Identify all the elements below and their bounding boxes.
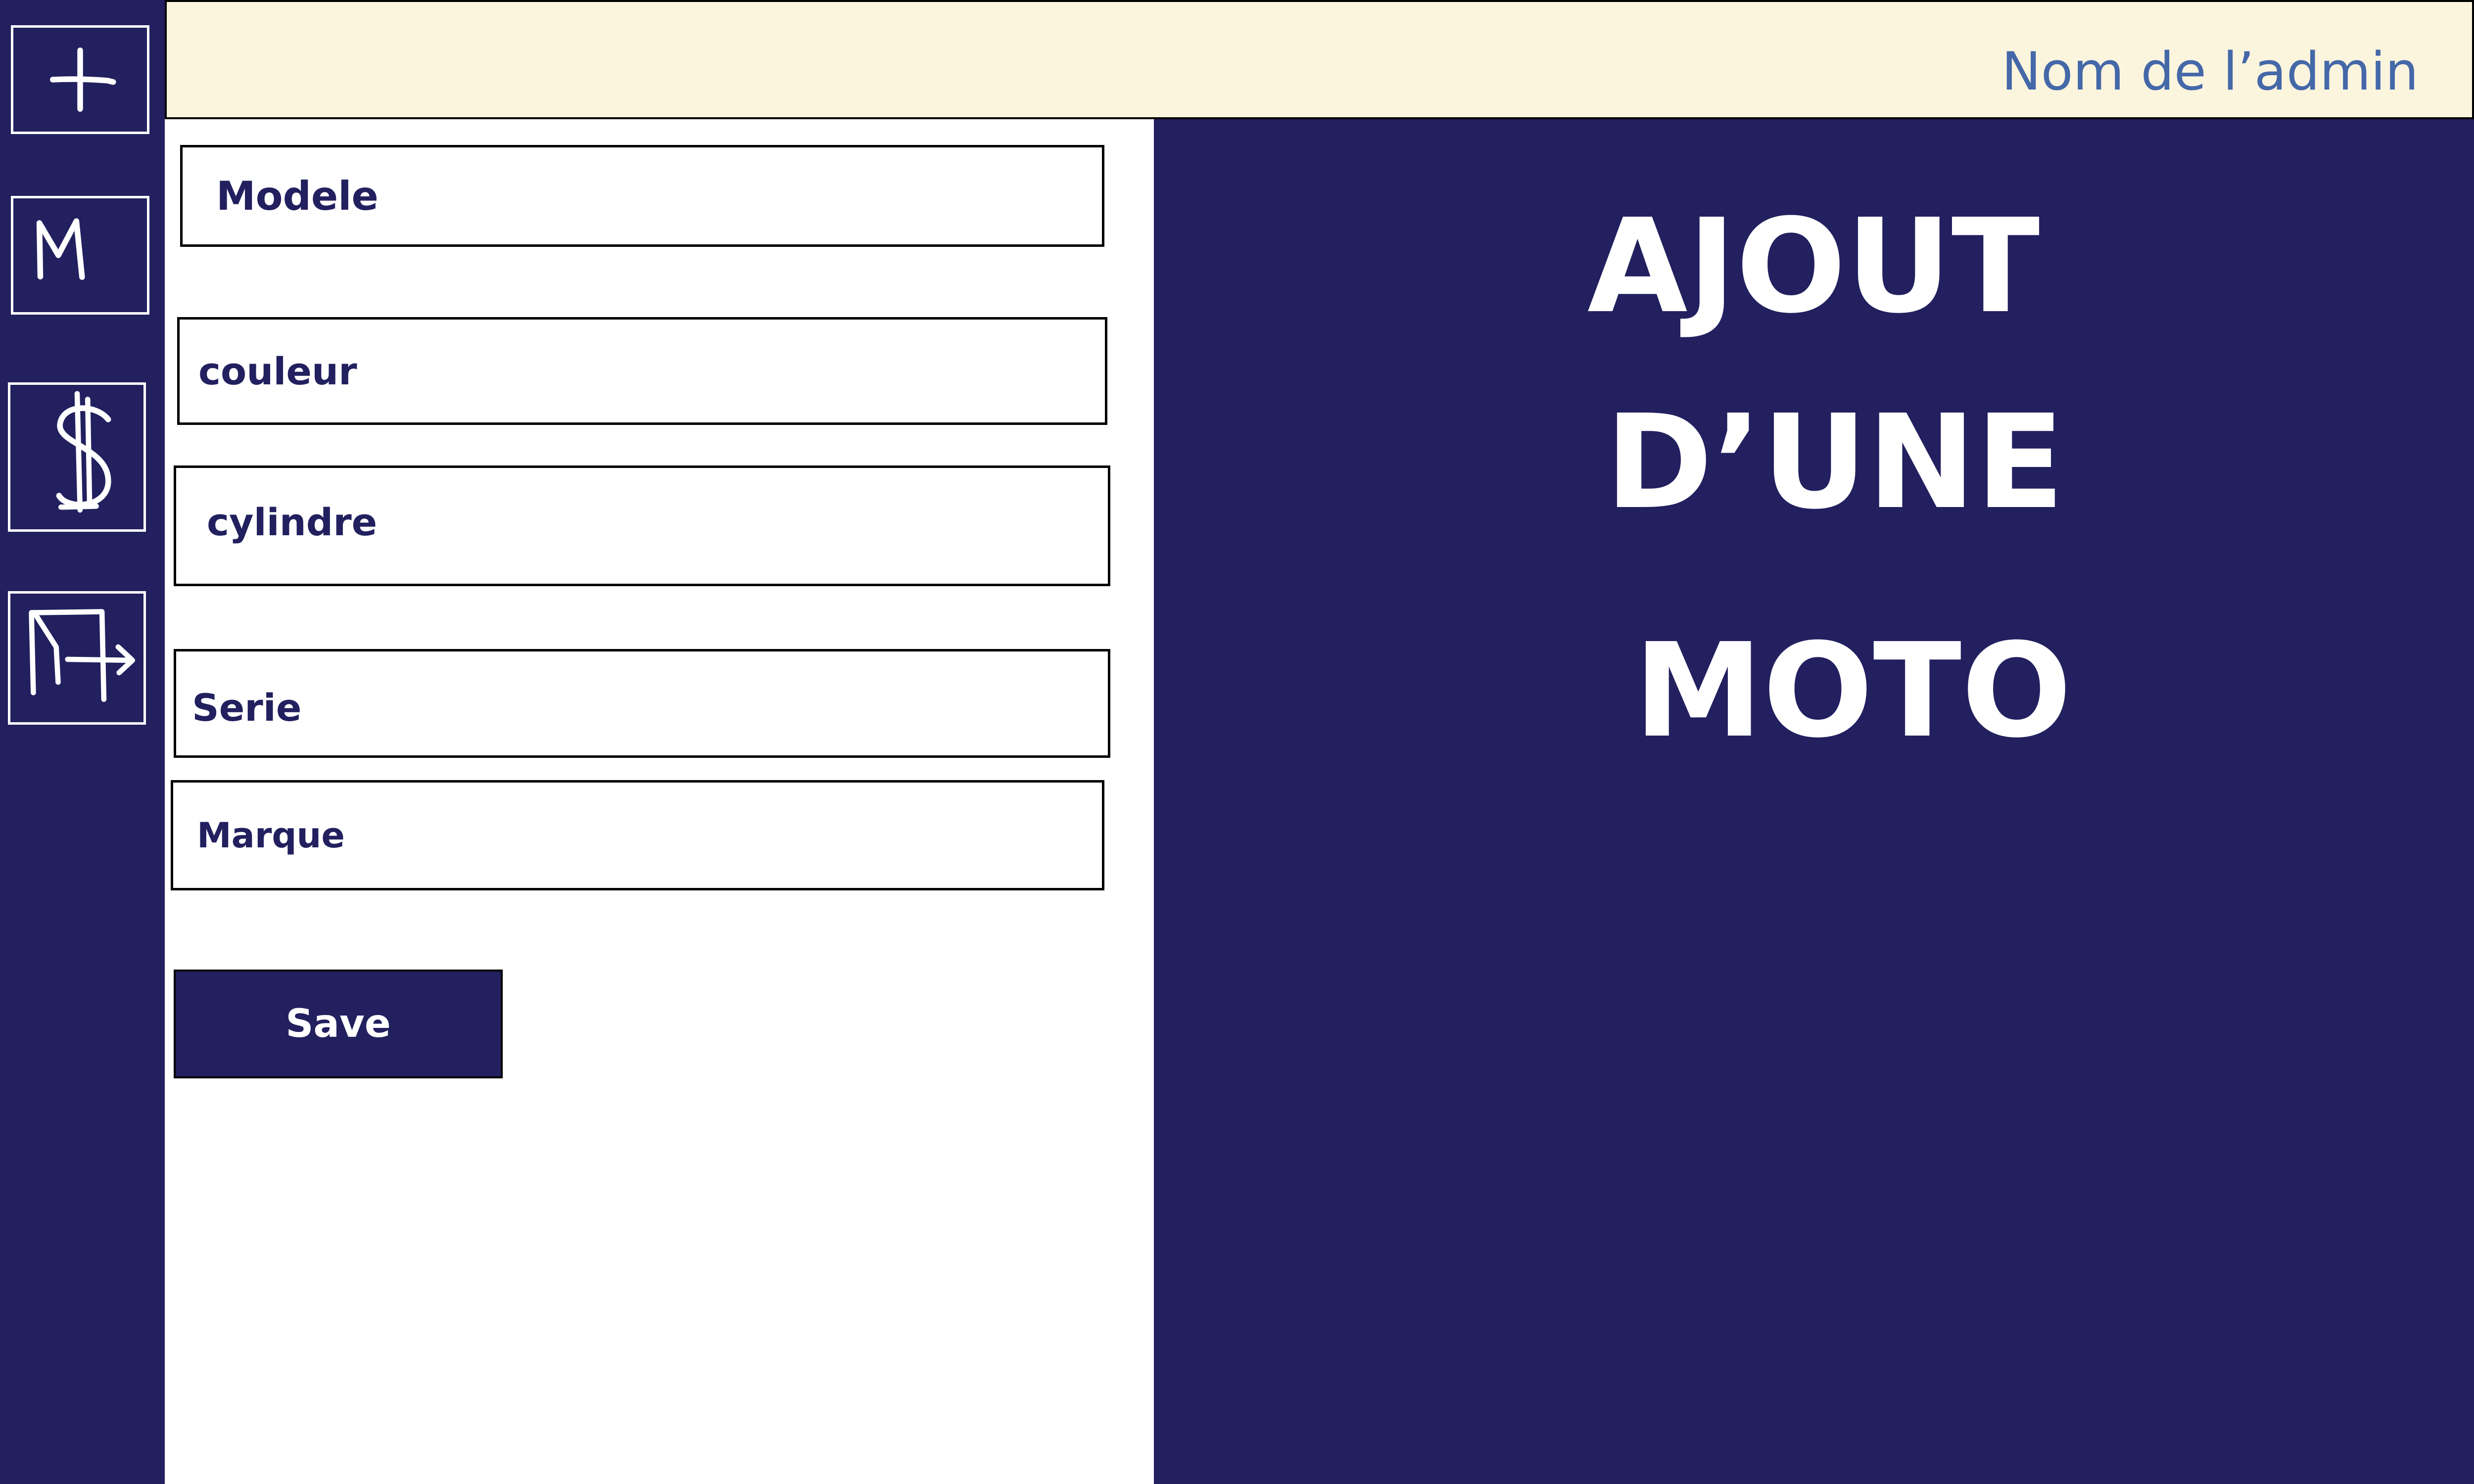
admin-name[interactable]: Nom de l’admin (2001, 46, 2419, 98)
couleur-input[interactable] (177, 317, 1107, 425)
dollar-icon (56, 391, 111, 513)
hero-title-line-3: MOTO (1634, 615, 2072, 766)
serie-input[interactable] (174, 649, 1110, 758)
marque-input[interactable] (171, 780, 1104, 890)
logout-icon (29, 609, 135, 702)
sidebar-item-models[interactable] (11, 196, 149, 315)
hero-title-line-2: D’UNE (1605, 387, 2065, 538)
cylindre-input[interactable] (174, 465, 1110, 586)
save-button[interactable]: Save (174, 970, 503, 1078)
letter-m-icon (36, 218, 85, 280)
header-bar: Nom de l’admin (165, 0, 2474, 119)
sidebar-item-logout[interactable] (8, 591, 146, 725)
sidebar-item-price[interactable] (8, 382, 146, 532)
modele-input[interactable] (180, 145, 1104, 247)
hero-title-line-1: AJOUT (1587, 191, 2040, 342)
hero-panel: AJOUT D’UNE MOTO (1154, 119, 2474, 1484)
plus-icon (49, 47, 116, 112)
sidebar-item-add[interactable] (11, 25, 149, 134)
sidebar (0, 0, 165, 1484)
